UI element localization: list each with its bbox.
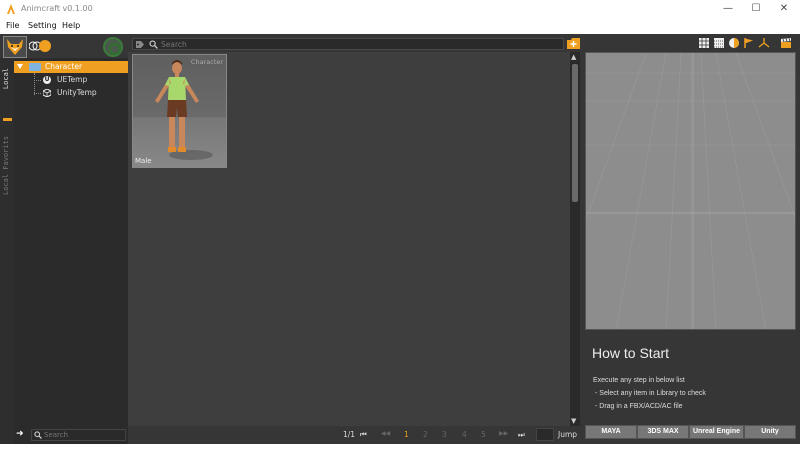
content-scrollbar[interactable]: ▲ ▼: [570, 52, 580, 426]
window-title: Animcraft v0.1.00: [21, 4, 93, 13]
pagination: 1/1 ⏮ ◀◀ 1 2 3 4 5 ▶▶ ⏭ Jump: [128, 426, 580, 444]
scrollbar-thumb[interactable]: [572, 64, 578, 202]
export-bar: MAYA 3DS MAX Unreal Engine Unity: [585, 425, 796, 439]
tab-local[interactable]: Local: [2, 68, 10, 89]
title-bar: Animcraft v0.1.00 — ☐ ✕: [0, 0, 800, 19]
app-body: Local Local Favorits Character U UETemp …: [0, 34, 800, 444]
how-to-start-title: How to Start: [592, 345, 670, 361]
next-page-button[interactable]: ▶▶: [499, 430, 508, 437]
character-thumbnail: [155, 60, 213, 160]
axis-icon[interactable]: [758, 37, 770, 49]
close-button[interactable]: ✕: [770, 0, 798, 19]
folder-add-icon[interactable]: [566, 37, 581, 50]
instruction-line: Execute any step in below list: [593, 377, 685, 384]
window-bottom-border: [0, 444, 800, 450]
clapper-icon[interactable]: [780, 37, 792, 49]
3d-viewport[interactable]: [585, 52, 796, 330]
minimize-button[interactable]: —: [714, 0, 742, 19]
left-toolbar: [0, 34, 128, 58]
tree-item-uetemp[interactable]: U UETemp: [14, 74, 128, 86]
last-page-button[interactable]: ⏭: [518, 430, 525, 440]
page-1[interactable]: 1: [404, 430, 409, 439]
export-3dsmax-button[interactable]: 3DS MAX: [637, 425, 689, 439]
folder-icon: [29, 63, 41, 71]
left-search-box[interactable]: [31, 429, 126, 441]
tree-item-character[interactable]: Character: [14, 61, 128, 73]
page-3[interactable]: 3: [442, 430, 447, 439]
tab-local-favorites[interactable]: Local Favorits: [2, 136, 10, 195]
toggle-icon[interactable]: [29, 40, 53, 52]
flag-icon[interactable]: [743, 37, 755, 49]
texture-icon[interactable]: [713, 37, 725, 49]
viewport-toolbar: [584, 34, 800, 52]
page-info: 1/1: [343, 430, 356, 439]
arrow-right-icon[interactable]: ➜: [16, 429, 26, 439]
jump-button[interactable]: Jump: [558, 430, 577, 439]
tree-item-label: UnityTemp: [57, 88, 97, 97]
export-unreal-button[interactable]: Unreal Engine: [689, 425, 744, 439]
page-4[interactable]: 4: [462, 430, 467, 439]
tree-item-unitytemp[interactable]: UnityTemp: [14, 87, 128, 99]
instruction-line: - Drag in a FBX/ACD/AC file: [595, 403, 683, 410]
asset-card[interactable]: Character Male: [132, 54, 227, 168]
asset-grid: Character Male: [128, 52, 570, 426]
fox-logo-button[interactable]: [3, 36, 27, 58]
search-icon: [34, 431, 42, 439]
main-search-input[interactable]: [161, 39, 551, 49]
unreal-icon: U: [43, 76, 51, 84]
menu-bar: File Setting Help: [0, 19, 800, 34]
export-maya-button[interactable]: MAYA: [585, 425, 637, 439]
grid-icon[interactable]: [698, 37, 710, 49]
maximize-button[interactable]: ☐: [742, 0, 770, 19]
tag-icon[interactable]: [135, 40, 145, 49]
card-category: Character: [190, 58, 223, 66]
left-search-input[interactable]: [44, 430, 124, 440]
app-logo-icon: [7, 4, 15, 14]
main-search-box[interactable]: [132, 38, 564, 50]
left-vertical-tabs: Local Local Favorits: [0, 58, 14, 444]
library-tree: Character U UETemp UnityTemp: [14, 58, 128, 444]
scroll-down-icon[interactable]: ▼: [571, 417, 576, 425]
expand-arrow-icon[interactable]: [17, 64, 23, 69]
fox-logo-icon: [7, 39, 23, 55]
jump-page-input[interactable]: [536, 428, 554, 441]
search-icon: [149, 40, 158, 49]
viewport-grid: [586, 53, 795, 329]
instruction-line: - Select any item in Library to check: [595, 390, 706, 397]
menu-file[interactable]: File: [6, 21, 19, 30]
left-search-bar: ➜: [14, 426, 128, 444]
light-icon[interactable]: [728, 37, 740, 49]
tree-item-label: UETemp: [57, 75, 88, 84]
prev-page-button[interactable]: ◀◀: [381, 430, 390, 437]
tree-item-label: Character: [45, 62, 83, 71]
menu-setting[interactable]: Setting: [28, 21, 57, 30]
first-page-button[interactable]: ⏮: [360, 430, 367, 440]
page-2[interactable]: 2: [423, 430, 428, 439]
card-name: Male: [135, 157, 152, 165]
sync-button[interactable]: [103, 37, 123, 57]
page-5[interactable]: 5: [481, 430, 486, 439]
menu-help[interactable]: Help: [62, 21, 80, 30]
export-unity-button[interactable]: Unity: [744, 425, 796, 439]
scroll-up-icon[interactable]: ▲: [571, 53, 576, 61]
unity-icon: [43, 89, 51, 97]
tab-indicator: [3, 118, 12, 121]
